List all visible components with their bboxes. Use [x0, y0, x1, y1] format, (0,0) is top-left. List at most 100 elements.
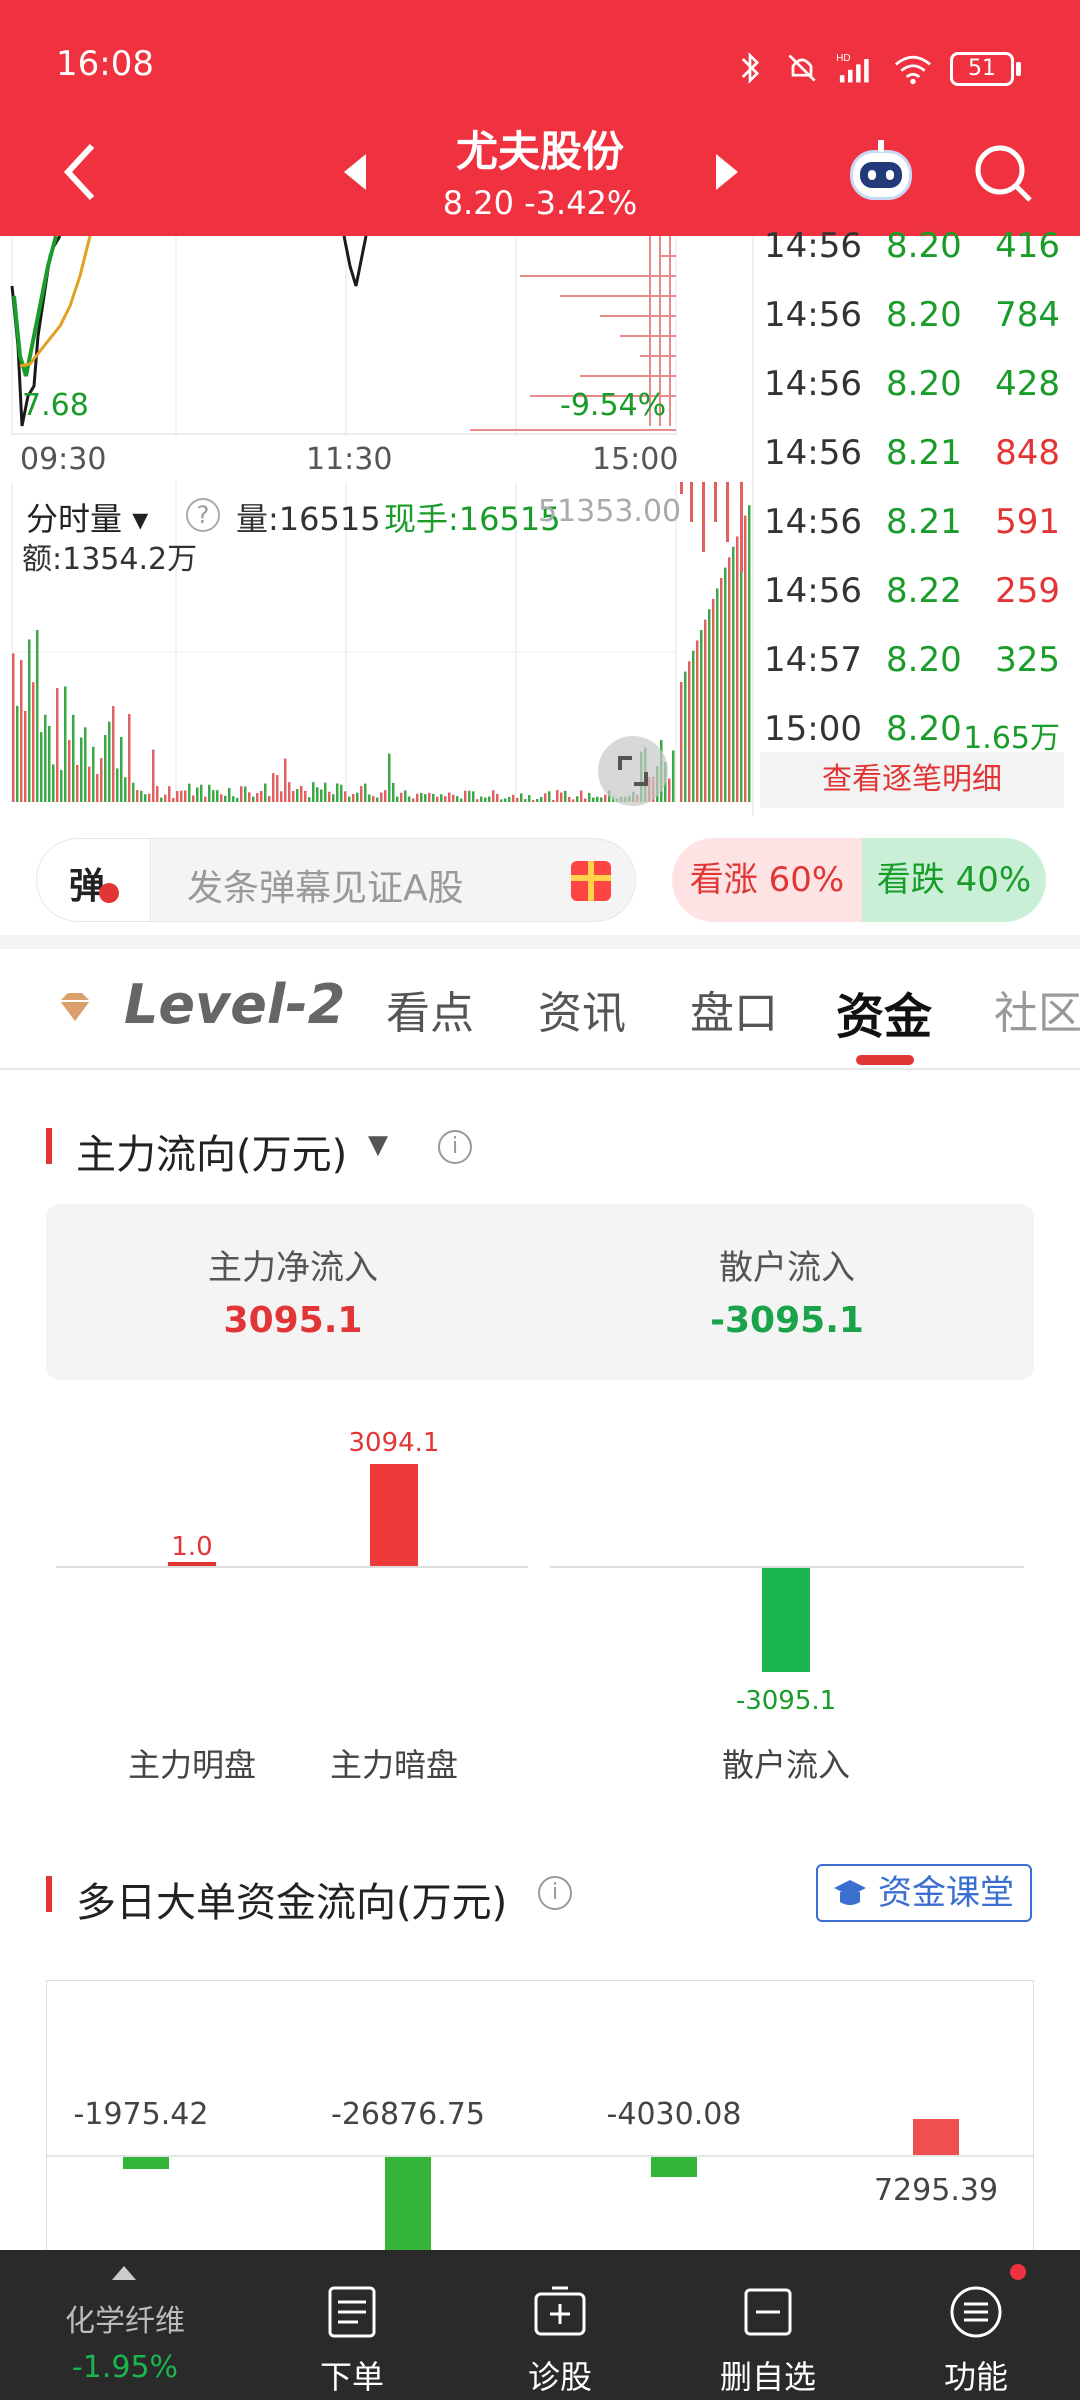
- volume-bar: [76, 764, 79, 802]
- volume-bar: [456, 796, 459, 802]
- tab-active-indicator: [856, 1055, 914, 1065]
- volume-bar: [584, 798, 587, 802]
- nav-order[interactable]: 下单: [282, 2250, 422, 2400]
- volume-bar: [160, 797, 163, 802]
- volume-bar: [284, 758, 287, 802]
- multi-day-chart[interactable]: -1975.42 -26876.75 -4030.08 7295.39: [46, 1980, 1034, 2250]
- volume-bar: [412, 798, 415, 802]
- nav-remove-watch[interactable]: 删自选: [698, 2250, 838, 2400]
- volume-bar: [168, 786, 171, 802]
- battery-tip: [1016, 62, 1021, 76]
- flow-bar-retail: [762, 1568, 810, 1672]
- trade-price: 8.20: [886, 709, 962, 749]
- volume-bar: [548, 791, 551, 802]
- tab-funds[interactable]: 资金: [836, 977, 932, 1047]
- volume-bar: [572, 799, 575, 802]
- flow-value-retail: -3095.1: [735, 1686, 837, 1716]
- volume-bar: [272, 773, 275, 802]
- volume-bar: [92, 746, 95, 802]
- volume-bar: [508, 796, 511, 802]
- nav-diagnose-label: 诊股: [527, 2358, 592, 2396]
- volume-bar: [244, 786, 247, 802]
- volume-bar: [260, 790, 263, 802]
- flow-value-main-hidden: 3094.1: [348, 1428, 440, 1458]
- menu-icon: [950, 2286, 1002, 2338]
- volume-bar: [156, 786, 159, 802]
- signal-icon: HD: [836, 53, 869, 83]
- tab-level2[interactable]: Level-2: [124, 973, 345, 1036]
- volume-bar: [440, 794, 443, 802]
- trade-row: 14:56 8.22 259: [762, 559, 1062, 627]
- retail-label: 散户流入: [719, 1248, 855, 1288]
- nav-functions[interactable]: 功能: [906, 2250, 1046, 2400]
- flow-baseline-left: [56, 1566, 528, 1568]
- gift-icon[interactable]: [571, 861, 611, 901]
- volume-bar: [732, 546, 735, 802]
- trade-volume: 848: [995, 433, 1060, 473]
- search-icon[interactable]: [972, 142, 1034, 204]
- remove-watchlist-icon: [744, 2288, 792, 2336]
- trade-row: 14:56 8.20 428: [762, 352, 1062, 420]
- volume-bar: [40, 732, 43, 802]
- fullscreen-icon[interactable]: [598, 736, 668, 806]
- volume-bar: [576, 796, 579, 802]
- info-icon[interactable]: i: [438, 1130, 472, 1164]
- volume-bar: [684, 671, 687, 802]
- multi-bar-2: [385, 2157, 431, 2250]
- volume-bar: [702, 482, 705, 552]
- tab-highlights[interactable]: 看点: [386, 977, 474, 1041]
- volume-bar: [424, 794, 427, 802]
- flow-dropdown-icon[interactable]: ▼: [368, 1130, 388, 1160]
- volume-bar: [220, 794, 223, 802]
- volume-bar: [720, 578, 723, 802]
- volume-bar: [180, 790, 183, 802]
- info-icon-2[interactable]: i: [538, 1876, 572, 1910]
- volume-bar: [44, 714, 47, 802]
- volume-bar: [312, 782, 315, 802]
- nav-diagnose[interactable]: 诊股: [490, 2250, 630, 2400]
- volume-bar: [488, 796, 491, 802]
- trade-price: 8.20: [886, 226, 962, 266]
- volume-bar: [452, 794, 455, 802]
- volume-bar: [68, 740, 71, 802]
- volume-bar: [708, 609, 711, 802]
- trade-price: 8.20: [886, 640, 962, 680]
- next-stock-icon[interactable]: [712, 152, 742, 192]
- back-arrow-icon[interactable]: [58, 140, 102, 204]
- volume-bar: [136, 790, 139, 802]
- volume-bar: [704, 619, 707, 802]
- bearish-vote-button[interactable]: 看跌 40%: [862, 838, 1046, 922]
- volume-bar: [264, 783, 267, 802]
- time-tick-close: 15:00: [592, 442, 679, 477]
- robot-assistant-icon[interactable]: [846, 140, 916, 210]
- volume-bar: [500, 799, 503, 802]
- help-icon[interactable]: ?: [186, 498, 220, 532]
- sector-name[interactable]: 化学纤维: [30, 2296, 220, 2340]
- tab-news[interactable]: 资讯: [538, 977, 626, 1041]
- trade-detail-link[interactable]: 查看逐笔明细: [760, 752, 1064, 808]
- prev-stock-icon[interactable]: [340, 152, 370, 192]
- volume-bar: [504, 798, 507, 802]
- volume-bar: [740, 482, 743, 572]
- trade-row: 14:56 8.21 591: [762, 490, 1062, 558]
- nav-remove-watch-label: 删自选: [719, 2358, 816, 2396]
- volume-bar: [28, 639, 31, 802]
- multi-bar-1: [123, 2157, 169, 2169]
- tab-quote-board[interactable]: 盘口: [690, 977, 778, 1041]
- bullish-vote-button[interactable]: 看涨 60%: [672, 838, 862, 922]
- volume-bar: [172, 797, 175, 802]
- danmu-input[interactable]: 弹 发条弹幕见证A股: [36, 838, 636, 922]
- trade-price: 8.20: [886, 364, 962, 404]
- svg-text:HD: HD: [836, 53, 850, 64]
- tab-community[interactable]: 社区: [994, 977, 1080, 1041]
- flow-label-main-visible: 主力明盘: [127, 1746, 256, 1784]
- hand-label: 现手:16515: [384, 500, 561, 538]
- volume-bar: [288, 782, 291, 802]
- funds-class-button[interactable]: 资金课堂: [816, 1864, 1032, 1922]
- retail-value: -3095.1: [710, 1300, 864, 1341]
- volume-bar: [448, 792, 451, 802]
- volume-bar: [96, 774, 99, 802]
- status-time: 16:08: [56, 44, 154, 84]
- expand-up-icon[interactable]: [110, 2264, 138, 2282]
- main-flow-title: 主力流向(万元): [76, 1132, 348, 1178]
